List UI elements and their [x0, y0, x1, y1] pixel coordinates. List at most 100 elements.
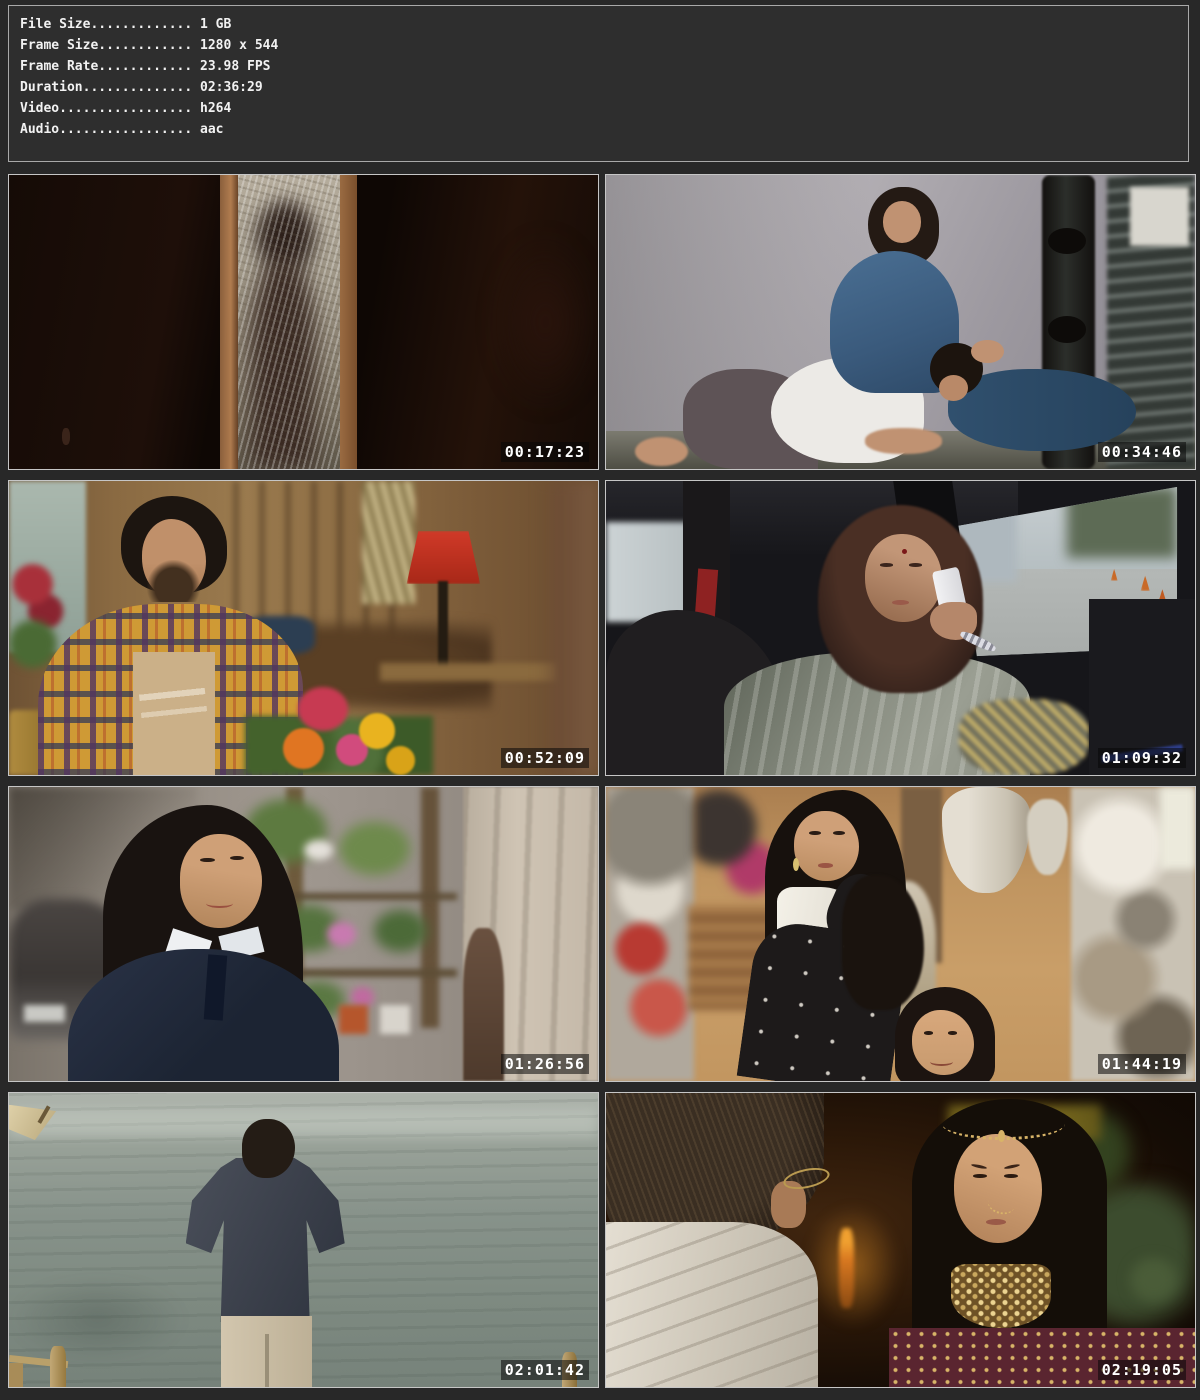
- timestamp-overlay: 02:19:05: [1098, 1360, 1186, 1380]
- bare-feet: [635, 437, 688, 466]
- gold-necklace: [951, 1264, 1051, 1329]
- striped-artwork: [362, 481, 415, 604]
- screenshot-frame-8: 02:19:05: [605, 1092, 1196, 1388]
- shirt-folds: [606, 1222, 818, 1387]
- lamp-stand: [438, 581, 447, 675]
- dot-leader: .................: [59, 122, 192, 137]
- movie-still-car-call: [606, 481, 1195, 775]
- red-lampshade: [407, 531, 481, 584]
- shelf-post: [421, 787, 439, 1028]
- shelf-board: [268, 893, 456, 900]
- movie-still-cafe: [9, 481, 598, 775]
- file-info-line-duration: Duration.............. 02:36:29: [20, 77, 1188, 98]
- screenshot-frame-2: 00:34:46: [605, 174, 1196, 470]
- white-pot: [380, 1005, 409, 1034]
- frosted-glass-panel: [238, 175, 340, 469]
- timestamp-overlay: 02:01:42: [501, 1360, 589, 1380]
- ambient-glow: [492, 234, 598, 410]
- file-info-line-video: Video................. h264: [20, 98, 1188, 119]
- timestamp-overlay: 00:52:09: [501, 748, 589, 768]
- girl-face: [180, 834, 262, 928]
- smile: [206, 899, 233, 908]
- pants-seam: [265, 1334, 270, 1387]
- file-info-line-framerate: Frame Rate............ 23.98 FPS: [20, 56, 1188, 77]
- file-info-label: Duration: [20, 80, 83, 95]
- tan-tshirt: [133, 652, 215, 775]
- wood-table: [380, 663, 557, 681]
- dot-leader: ..............: [83, 80, 193, 95]
- movie-still-frosted-door: [9, 175, 598, 469]
- terracotta-pot: [339, 1005, 368, 1034]
- file-info-value: 23.98 FPS: [200, 59, 270, 74]
- dot-leader: ............: [98, 38, 192, 53]
- child-smile: [930, 1057, 954, 1065]
- white-shirt-back: [606, 1222, 818, 1387]
- horizon-haze: [9, 1108, 598, 1137]
- screenshot-frame-6: 01:44:19: [605, 786, 1196, 1082]
- file-info-value: 1 GB: [200, 17, 231, 32]
- screenshot-frame-7: 02:01:42: [8, 1092, 599, 1388]
- plant-blob: [374, 910, 427, 951]
- white-urn: [942, 787, 1030, 893]
- file-info-value: h264: [200, 101, 231, 116]
- file-info-label: Frame Rate: [20, 59, 98, 74]
- eye-left: [880, 563, 893, 566]
- bouquet-flower-orange: [283, 728, 324, 769]
- person-in-white: [1160, 787, 1195, 869]
- woman-face: [865, 534, 942, 622]
- movie-still-consoling: [606, 175, 1195, 469]
- screenshot-frame-5: 01:26:56: [8, 786, 599, 1082]
- file-info-value: aac: [200, 122, 223, 137]
- bokeh-circle: [1130, 1258, 1177, 1302]
- plant-blob: [339, 822, 410, 875]
- bouquet-flower-pink-large: [298, 687, 348, 731]
- file-info-label: Video: [20, 101, 59, 116]
- small-urn: [1027, 799, 1068, 875]
- movie-still-bride: [606, 1093, 1195, 1387]
- earring: [793, 858, 799, 871]
- dot-leader: .............: [90, 17, 192, 32]
- door-frame-left: [220, 175, 238, 469]
- rear-window: [606, 522, 688, 622]
- eye-right: [833, 831, 845, 835]
- file-info-label: Audio: [20, 122, 59, 137]
- media-info-page: File Size............. 1 GB Frame Size..…: [0, 0, 1200, 1400]
- movie-still-seashore: [9, 1093, 598, 1387]
- drawer-box: [1130, 187, 1189, 246]
- file-info-label: File Size: [20, 17, 90, 32]
- flower-pink: [327, 922, 356, 946]
- screenshot-frame-1: 00:17:23: [8, 174, 599, 470]
- bride-face: [954, 1134, 1042, 1243]
- license-plate: [24, 1005, 65, 1023]
- fence-post: [50, 1346, 65, 1387]
- post-knob-lower: [1048, 316, 1086, 342]
- woman-hand: [971, 340, 1003, 364]
- adult-arm: [463, 928, 504, 1081]
- striped-shawl: [959, 699, 1089, 775]
- eye-left: [973, 1174, 987, 1178]
- eye-left: [200, 858, 214, 862]
- child-eye-right: [948, 1031, 957, 1035]
- timestamp-overlay: 01:26:56: [501, 1054, 589, 1074]
- movie-still-girl-blazer: [9, 787, 598, 1081]
- movie-still-saree-outdoors: [606, 787, 1195, 1081]
- glass-texture: [238, 175, 340, 469]
- timestamp-overlay: 00:17:23: [501, 442, 589, 462]
- file-info-value: 1280 x 544: [200, 38, 278, 53]
- file-info-label: Frame Size: [20, 38, 98, 53]
- man-beard: [147, 560, 200, 601]
- tshirt-print: [138, 683, 209, 741]
- dot-leader: .................: [59, 101, 192, 116]
- eye-right: [1004, 1174, 1018, 1178]
- woman-face: [883, 201, 921, 242]
- blurred-foreground-person: [539, 481, 598, 775]
- bouquet-flower-yellow: [359, 713, 394, 748]
- file-info-line-audio: Audio................. aac: [20, 119, 1188, 140]
- timestamp-overlay: 00:34:46: [1098, 442, 1186, 462]
- timestamp-overlay: 01:44:19: [1098, 1054, 1186, 1074]
- file-info-value: 02:36:29: [200, 80, 263, 95]
- screenshot-frame-4: 01:09:32: [605, 480, 1196, 776]
- foliage: [1067, 487, 1177, 559]
- mirror-sculpture-left: [606, 787, 694, 1081]
- woman-face: [794, 811, 859, 882]
